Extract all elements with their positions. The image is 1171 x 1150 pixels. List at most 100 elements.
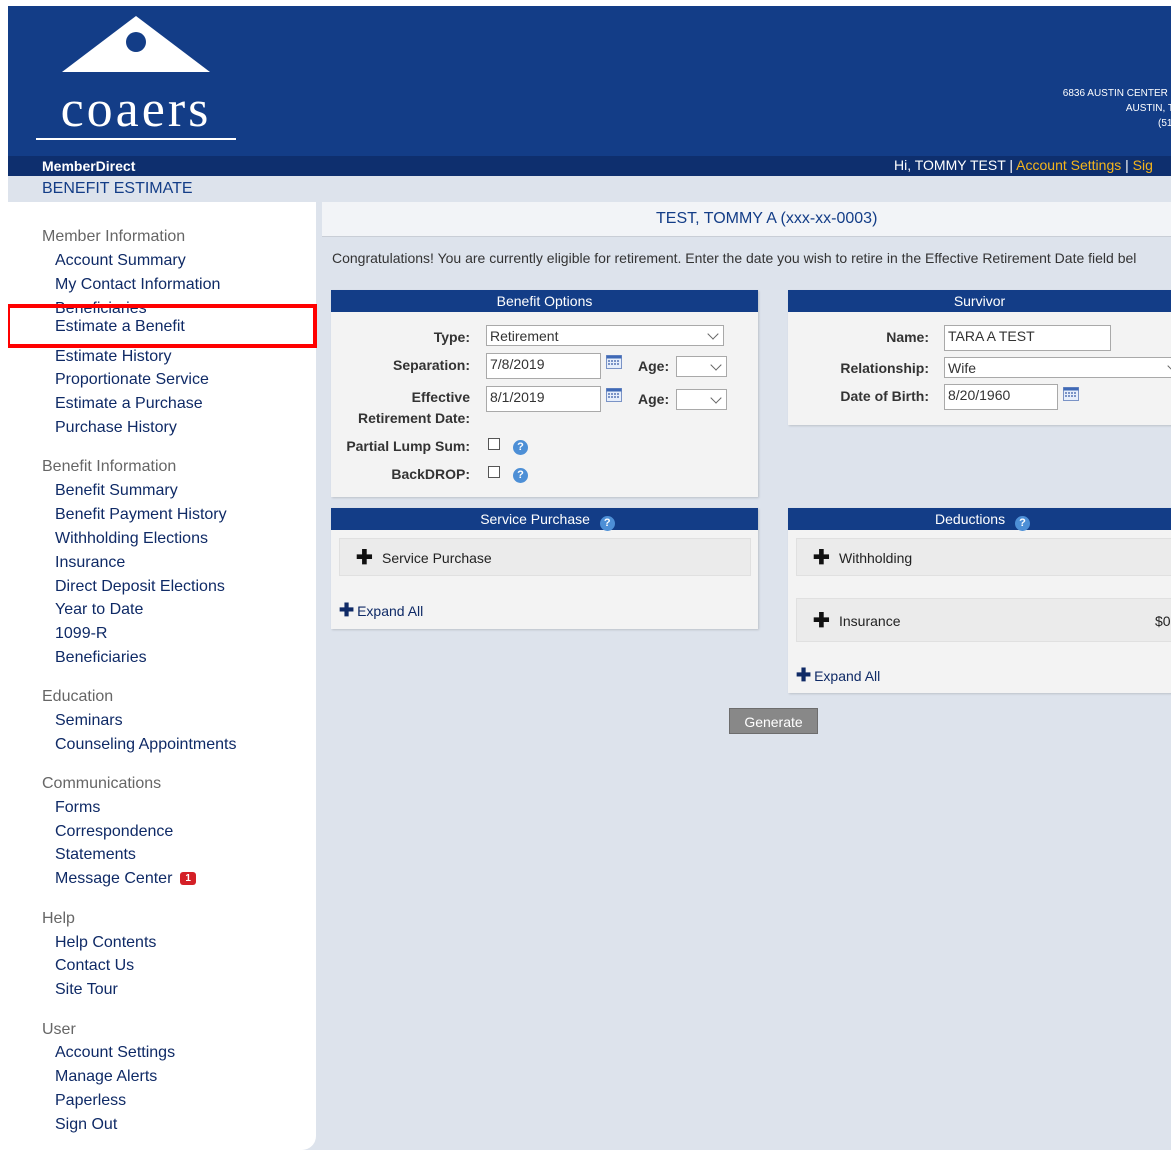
section-member-information: Member Information	[42, 228, 186, 245]
calendar-icon[interactable]	[606, 388, 622, 402]
plus-icon: ✚	[813, 547, 830, 569]
withholding-accordion[interactable]: ✚ Withholding	[796, 538, 1171, 576]
sidebar-item-manage-alerts[interactable]: Manage Alerts	[55, 1068, 157, 1086]
sidebar-item-message-center[interactable]: Message Center 1	[55, 870, 196, 888]
sidebar-item-forms[interactable]: Forms	[55, 799, 100, 817]
help-icon[interactable]: ?	[513, 440, 528, 455]
greeting-text: Hi, TOMMY TEST	[894, 157, 1006, 173]
app-frame: coaers 6836 AUSTIN CENTER BLVD AUSTIN, T…	[8, 6, 1171, 1150]
help-icon[interactable]: ?	[599, 516, 615, 531]
sidebar-item-withholding-elections[interactable]: Withholding Elections	[55, 530, 208, 548]
insurance-amount: $0	[1155, 613, 1171, 629]
sidebar-item-account-settings[interactable]: Account Settings	[55, 1044, 175, 1062]
plus-icon: ✚	[339, 600, 355, 620]
accordion-label: Withholding	[839, 550, 913, 566]
plus-icon: ✚	[813, 610, 830, 632]
service-purchase-panel: Service Purchase ? ✚ Service Purchase ✚ E…	[331, 508, 758, 629]
help-icon[interactable]: ?	[513, 468, 528, 483]
office-address: 6836 AUSTIN CENTER BLVD AUSTIN, TX 7 (51…	[1036, 86, 1171, 131]
effective-retirement-date-input[interactable]: 8/1/2019	[486, 386, 601, 412]
sidebar-item-correspondence[interactable]: Correspondence	[55, 823, 173, 841]
panel-header: Survivor	[788, 290, 1171, 312]
section-user: User	[42, 1021, 76, 1038]
relationship-label: Relationship:	[840, 360, 929, 376]
service-purchase-accordion[interactable]: ✚ Service Purchase	[339, 538, 751, 576]
sidebar-item-benefit-summary[interactable]: Benefit Summary	[55, 482, 178, 500]
section-benefit-information: Benefit Information	[42, 458, 177, 475]
expand-all-label: Expand All	[357, 603, 424, 619]
expand-all-label: Expand All	[814, 668, 881, 684]
type-select[interactable]: Retirement	[486, 325, 724, 346]
separator: |	[1009, 157, 1014, 173]
sidebar-item-sign-out[interactable]: Sign Out	[55, 1116, 117, 1134]
sidebar-item-purchase-history[interactable]: Purchase History	[55, 419, 177, 437]
sidebar-item-site-tour[interactable]: Site Tour	[55, 981, 118, 999]
sidebar-item-estimate-history[interactable]: Estimate History	[55, 348, 171, 366]
sidebar-item-contact-us[interactable]: Contact Us	[55, 957, 134, 975]
backdrop-checkbox[interactable]	[488, 466, 500, 478]
retirement-date-label: Retirement Date:	[357, 410, 470, 426]
sidebar-item-paperless[interactable]: Paperless	[55, 1092, 126, 1110]
panel-header: Service Purchase ?	[331, 508, 758, 531]
expand-all-link[interactable]: ✚ Expand All	[339, 600, 423, 621]
date-of-birth-label: Date of Birth:	[840, 388, 929, 404]
coaers-logo[interactable]: coaers	[34, 14, 238, 142]
sidebar-item-estimate-a-benefit[interactable]: Estimate a Benefit	[55, 318, 185, 336]
sidebar-item-counseling-appointments[interactable]: Counseling Appointments	[55, 736, 236, 754]
section-communications: Communications	[42, 775, 162, 792]
sidebar-item-year-to-date[interactable]: Year to Date	[55, 601, 143, 619]
help-icon[interactable]: ?	[1014, 516, 1030, 531]
effective-age-select[interactable]	[676, 389, 727, 410]
address-line-3: (512	[1157, 118, 1171, 129]
member-name-bar: TEST, TOMMY A (xxx-xx-0003)	[322, 202, 1171, 237]
insurance-accordion[interactable]: ✚ Insurance $0	[796, 598, 1171, 642]
page-title: BENEFIT ESTIMATE	[42, 180, 193, 197]
separation-date-input[interactable]: 7/8/2019	[486, 353, 601, 379]
address-line-1: 6836 AUSTIN CENTER BLVD	[1062, 88, 1171, 99]
sidebar-item-estimate-a-purchase[interactable]: Estimate a Purchase	[55, 395, 203, 413]
sidebar-item-label: Message Center	[55, 870, 173, 887]
sidebar-item-my-contact-information[interactable]: My Contact Information	[55, 276, 220, 294]
section-help: Help	[42, 910, 75, 927]
backdrop-label: BackDROP:	[391, 466, 470, 482]
sidebar-item-benefit-payment-history[interactable]: Benefit Payment History	[55, 506, 227, 524]
separator: |	[1125, 157, 1129, 173]
survivor-panel: Survivor Name: TARA A TEST Relationship:…	[788, 290, 1171, 425]
sidebar-item-statements[interactable]: Statements	[55, 846, 136, 864]
sidebar-item-beneficiaries-2[interactable]: Beneficiaries	[55, 649, 147, 667]
type-label: Type:	[433, 329, 470, 345]
sidebar-item-proportionate-service[interactable]: Proportionate Service	[55, 371, 209, 389]
sidebar-item-seminars[interactable]: Seminars	[55, 712, 123, 730]
relationship-select[interactable]: Wife	[944, 357, 1171, 378]
generate-button[interactable]: Generate	[729, 708, 818, 734]
accordion-label: Insurance	[839, 613, 901, 629]
calendar-icon[interactable]	[606, 355, 622, 369]
age-select[interactable]	[676, 356, 727, 377]
survivor-name-input[interactable]: TARA A TEST	[944, 325, 1111, 351]
accordion-label: Service Purchase	[382, 550, 492, 566]
panel-header: Deductions ?	[788, 508, 1171, 531]
account-settings-link[interactable]: Account Settings	[1016, 157, 1121, 173]
page-title-bar: BENEFIT ESTIMATE	[8, 176, 1171, 202]
top-nav-bar: MemberDirect Hi, TOMMY TEST | Account Se…	[8, 156, 1171, 176]
date-of-birth-input[interactable]: 8/20/1960	[944, 384, 1058, 410]
age-label: Age:	[638, 391, 670, 407]
eligibility-message: Congratulations! You are currently eligi…	[332, 250, 1137, 266]
address-line-2: AUSTIN, TX 7	[1125, 103, 1171, 114]
plus-icon: ✚	[356, 547, 373, 569]
sidebar-item-insurance[interactable]: Insurance	[55, 554, 125, 572]
survivor-name-label: Name:	[886, 329, 929, 345]
deductions-panel: Deductions ? ✚ Withholding ✚ Insurance $…	[788, 508, 1171, 693]
sidebar-item-direct-deposit-elections[interactable]: Direct Deposit Elections	[55, 578, 225, 596]
site-header: coaers 6836 AUSTIN CENTER BLVD AUSTIN, T…	[8, 6, 1171, 156]
panel-title: Service Purchase	[480, 511, 590, 527]
partial-lump-sum-checkbox[interactable]	[488, 438, 500, 450]
brand-label: MemberDirect	[42, 158, 136, 174]
calendar-icon[interactable]	[1063, 387, 1079, 401]
sidebar-item-1099-r[interactable]: 1099-R	[55, 625, 107, 643]
sidebar-item-help-contents[interactable]: Help Contents	[55, 934, 156, 952]
unread-count-badge: 1	[180, 872, 196, 885]
sign-out-link[interactable]: Sig	[1133, 157, 1153, 173]
sidebar-item-account-summary[interactable]: Account Summary	[55, 252, 186, 270]
expand-all-link[interactable]: ✚ Expand All	[796, 665, 880, 686]
